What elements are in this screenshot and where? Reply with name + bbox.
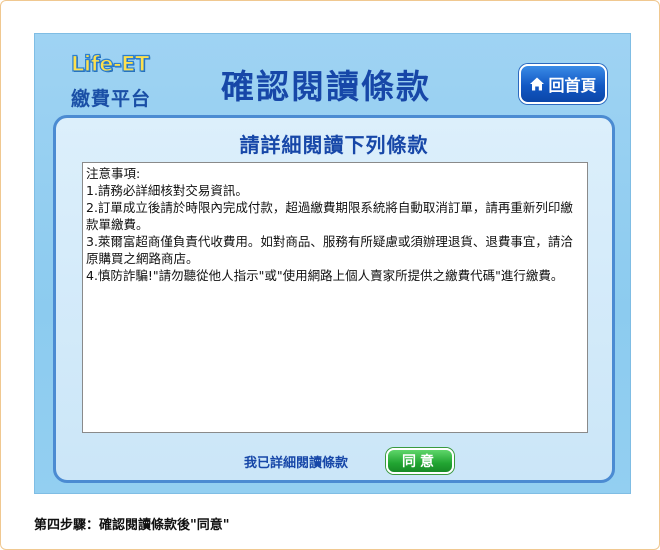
terms-textbox[interactable]: 注意事項: 1.請務必詳細核對交易資訊。 2.訂單成立後請於時限內完成付款，超過… xyxy=(82,162,588,433)
step-caption: 第四步驟：確認閱讀條款後"同意" xyxy=(34,518,230,533)
agree-button[interactable]: 同意 xyxy=(386,448,454,474)
terms-line: 1.請務必詳細核對交易資訊。 xyxy=(86,183,248,198)
agree-row: 我已詳細閱讀條款 同意 xyxy=(56,448,612,474)
home-button[interactable]: 回首頁 xyxy=(519,64,607,104)
home-icon xyxy=(530,77,545,91)
terms-line: 4.慎防詐騙!"請勿聽從他人指示"或"使用網路上個人賣家所提供之繳費代碼"進行繳… xyxy=(86,268,564,283)
logo-text: Life-ET xyxy=(70,51,150,76)
home-button-label: 回首頁 xyxy=(548,76,597,95)
terms-line: 2.訂單成立後請於時限內完成付款，超過繳費期限系統將自動取消訂單，請再重新列印繳… xyxy=(86,200,573,232)
agree-label: 我已詳細閱讀條款 xyxy=(244,456,349,471)
app-screen: Life-ET 繳費平台 確認閱讀條款 回首頁 請詳細閱讀下列條款 注意事項: … xyxy=(34,33,631,494)
terms-line: 注意事項: xyxy=(86,166,141,181)
terms-panel: 請詳細閱讀下列條款 注意事項: 1.請務必詳細核對交易資訊。 2.訂單成立後請於… xyxy=(53,115,615,483)
figure-frame: Life-ET 繳費平台 確認閱讀條款 回首頁 請詳細閱讀下列條款 注意事項: … xyxy=(0,0,660,550)
life-et-logo: Life-ET 繳費平台 xyxy=(69,50,155,110)
panel-title: 請詳細閱讀下列條款 xyxy=(239,133,429,157)
page-title: 確認閱讀條款 xyxy=(221,67,431,106)
terms-line: 3.萊爾富超商僅負責代收費用。如對商品、服務有所疑慮或須辦理退貨、退費事宜，請洽… xyxy=(86,234,573,266)
logo-subtitle: 繳費平台 xyxy=(71,88,152,110)
